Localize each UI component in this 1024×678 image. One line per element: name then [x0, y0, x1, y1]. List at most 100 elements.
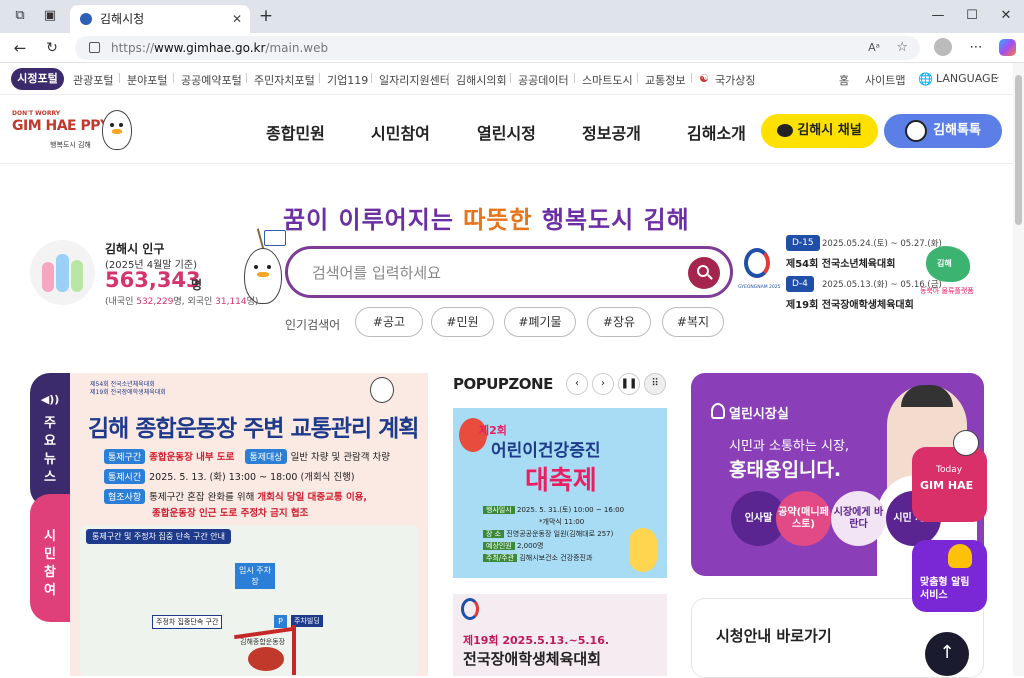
popupzone-title: POPUPZONE — [453, 375, 553, 393]
page-scrollbar[interactable] — [1013, 63, 1024, 676]
festival-text: 2,000명 — [517, 542, 544, 550]
language-select[interactable]: LANGUAGE — [936, 72, 998, 85]
gimhae-channel-label: 김해시 채널 — [797, 123, 862, 138]
toplink-item[interactable]: 일자리지원센터 — [379, 72, 450, 88]
parking-icon: P — [274, 615, 287, 628]
nav-item[interactable]: 시민참여 — [371, 120, 430, 144]
toplink-item[interactable]: 국가상징 — [715, 72, 755, 88]
nav-item[interactable]: 정보공개 — [582, 120, 641, 144]
chevron-down-icon: ⌄ — [993, 72, 1001, 82]
festival-text: 2025. 5. 31.(토) 10:00 ~ 16:00 — [517, 506, 625, 514]
tab-citizen-participation[interactable]: 시 민 참 여 — [30, 494, 70, 622]
scroll-top-icon[interactable]: ↑ — [925, 632, 969, 676]
festival-tag: 예상인원 — [483, 542, 515, 550]
population-unit: 명 — [191, 278, 203, 292]
maximize-icon[interactable]: ☐ — [962, 6, 982, 26]
tab-char: 참 — [44, 565, 56, 580]
poster-map: 통제구간 및 주정차 집중 단속 구간 안내 임시 주차장 주정차 집중단속 구… — [80, 525, 418, 676]
browser-tab[interactable]: 김해시청 ✕ — [70, 5, 250, 33]
minimize-icon[interactable]: — — [928, 6, 948, 26]
festival-tag: 장 소 — [483, 530, 505, 538]
refresh-icon[interactable]: ↻ — [42, 38, 62, 58]
event-title[interactable]: 제19회 전국장애학생체육대회 — [786, 296, 914, 311]
festival-text: 진영공공운동장 일원(김해대로 257) — [506, 530, 614, 538]
portal-link[interactable]: 시정포털 — [11, 68, 64, 90]
popular-keywords-label: 인기검색어 — [285, 318, 341, 332]
gyeongnam-2025-logo: GYEONGNAM 2025 — [738, 248, 780, 296]
toplink-item[interactable]: 주민자치포털 — [254, 72, 315, 88]
url-field[interactable]: https://www.gimhae.go.kr/main.web Aᵃ ☆ — [75, 36, 920, 60]
toplink-item[interactable]: 스마트도시 — [582, 72, 633, 88]
next-slide-icon[interactable]: › — [592, 373, 614, 395]
favorite-star-icon[interactable]: ☆ — [896, 36, 908, 60]
today-gimhae-button[interactable]: Today GIM HAE — [912, 447, 987, 522]
sitemap-link[interactable]: 사이트맵 — [865, 72, 905, 88]
popular-tag[interactable]: #장유 — [587, 307, 651, 337]
nav-item[interactable]: 열린시정 — [477, 120, 536, 144]
back-icon[interactable]: ← — [10, 38, 30, 58]
popular-tag[interactable]: #공고 — [355, 307, 423, 337]
nav-item[interactable]: 종합민원 — [266, 120, 325, 144]
map-label: 주정차 집중단속 구간 — [152, 615, 223, 629]
population-breakdown: (내국인 532,229명, 외국인 31,114명) — [105, 294, 258, 307]
mayor-pledge-button[interactable]: 공약(매니페스토) — [776, 491, 831, 546]
grid-view-icon[interactable]: ⠿ — [644, 373, 666, 395]
toplink-item[interactable]: 기업119 — [327, 72, 368, 88]
gimhae-map-banner[interactable]: 김해 동북아 물류플랫폼 — [920, 240, 978, 295]
map-label: 김해종합운동장 — [240, 638, 286, 646]
toplink-item[interactable]: 교통정보 — [645, 72, 685, 88]
logo-subtitle: 행복도시 김해 — [50, 141, 91, 149]
popup-banner-festival[interactable]: 제2회 어린이건강증진 대축제 행사일시 2025. 5. 31.(토) 10:… — [453, 408, 667, 578]
custom-notify-button[interactable]: 맞춤형 알림 서비스 — [912, 540, 987, 612]
toplink-item[interactable]: 김해시의회 — [456, 72, 507, 88]
population-number: 563,343 — [105, 268, 201, 292]
child-illustration — [629, 528, 657, 572]
poster-row: 통제구간 종합운동장 내부 도로 통제대상 일반 차량 및 관람객 차량 — [104, 449, 390, 464]
close-tab-icon[interactable]: ✕ — [232, 5, 242, 33]
mayor-request-button[interactable]: 시장에게 바란다 — [831, 491, 886, 546]
gimhae-channel-button[interactable]: 김해시 채널 — [761, 114, 878, 148]
workspaces-icon[interactable]: ⧉ — [10, 6, 30, 26]
tab-actions-icon[interactable]: ▣ — [40, 6, 60, 26]
site-info-icon[interactable] — [89, 42, 100, 53]
profile-avatar[interactable] — [934, 38, 952, 56]
popup-banner-sports[interactable]: 제19회 2025.5.13.~5.16. 전국장애학생체육대회 — [453, 594, 667, 676]
scrollbar-thumb[interactable] — [1015, 75, 1022, 225]
toplink-item[interactable]: 분야포털 — [127, 72, 167, 88]
read-aloud-icon[interactable]: Aᵃ — [868, 36, 880, 60]
window-close-icon[interactable]: ✕ — [996, 6, 1016, 26]
festival-tag: 주최/주관 — [483, 554, 518, 562]
pause-icon[interactable]: ❚❚ — [618, 373, 640, 395]
home-link[interactable]: 홈 — [839, 72, 849, 88]
popular-tag[interactable]: #복지 — [662, 307, 724, 337]
event-title[interactable]: 제54회 전국소년체육대회 — [786, 255, 895, 270]
address-bar-row: ← ↻ https://www.gimhae.go.kr/main.web Aᵃ… — [0, 33, 1024, 63]
search-button[interactable] — [688, 257, 720, 289]
popular-tag[interactable]: #폐기물 — [504, 307, 576, 337]
toplink-item[interactable]: 공공예약포털 — [181, 72, 242, 88]
gimhae-talktalk-label: 김해톡톡 — [933, 123, 981, 138]
search-input[interactable]: 검색어를 입력하세요 — [312, 262, 441, 283]
news-poster[interactable]: 제54회 전국소년체육대회 제19회 전국장애학생체육대회 김해 종합운동장 주… — [70, 373, 428, 676]
more-menu-icon[interactable]: ⋯ — [966, 38, 986, 58]
map-caption: 동북아 물류플랫폼 — [920, 287, 974, 295]
taegeuk-icon: ☯ — [699, 72, 709, 85]
copilot-icon[interactable] — [999, 39, 1016, 56]
tab-char: 뉴 — [44, 452, 56, 467]
festival-note: *개막식 11:00 — [539, 518, 585, 526]
new-tab-icon[interactable]: + — [256, 6, 276, 26]
gimhae-talktalk-button[interactable]: 김해톡톡 — [884, 114, 1002, 148]
nav-item[interactable]: 김해소개 — [687, 120, 746, 144]
poster-text: 종합운동장 내부 도로 — [149, 452, 235, 463]
popular-tag[interactable]: #민원 — [431, 307, 494, 337]
tab-char: 시 — [44, 529, 56, 544]
toplink-item[interactable]: 공공데이터 — [518, 72, 569, 88]
site-logo[interactable]: DON'T WORRY GIM HAE PPY 행복도시 김해 — [12, 110, 137, 154]
poster-text: 2025. 5. 13. (화) 13:00 ~ 18:00 (개회식 진행) — [149, 472, 355, 483]
tab-char: 스 — [44, 470, 56, 485]
poster-row: 협조사항 통제구간 혼잡 완화를 위해 개회식 당일 대중교통 이용, — [104, 489, 367, 504]
prev-slide-icon[interactable]: ‹ — [566, 373, 588, 395]
toplink-item[interactable]: 관광포털 — [73, 72, 113, 88]
chat-bubble-icon — [777, 124, 794, 137]
tab-main-news[interactable]: ◀)) 주 요 뉴 스 — [30, 373, 70, 508]
